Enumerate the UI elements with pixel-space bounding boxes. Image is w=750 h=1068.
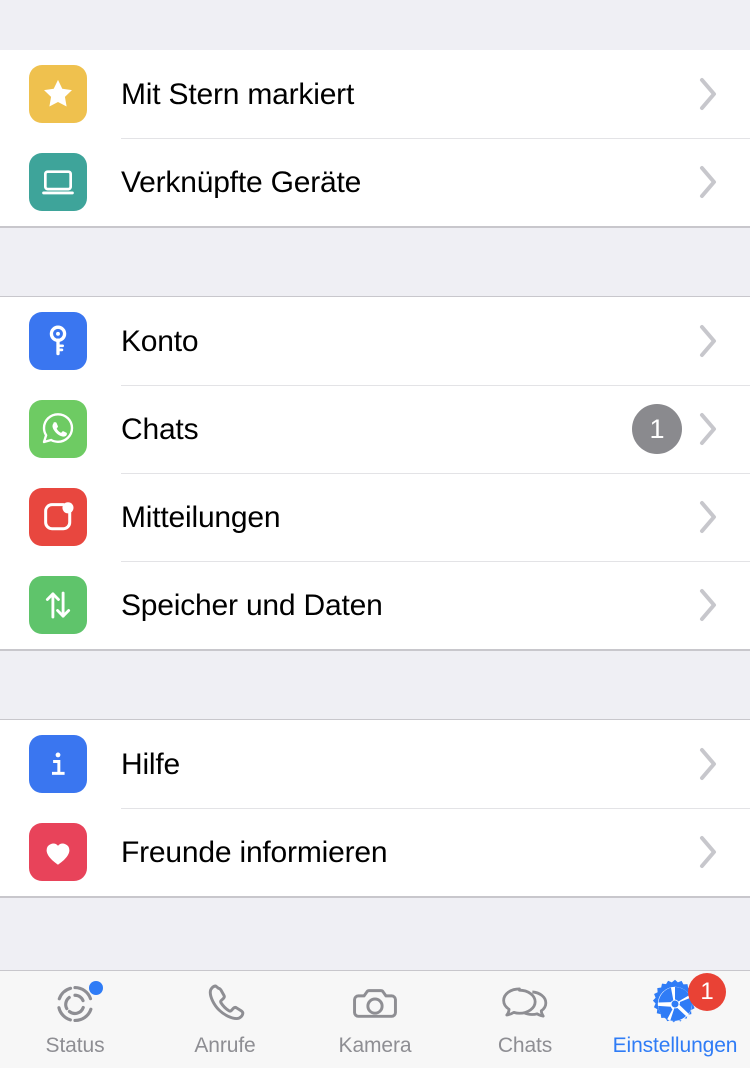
chevron-right-icon — [696, 409, 722, 449]
settings-row-verknuepfte-geraete[interactable]: Verknüpfte Geräte — [0, 138, 750, 226]
settings-row-label: Konto — [121, 324, 199, 358]
chevron-right-icon — [696, 585, 722, 625]
phone-icon — [199, 979, 251, 1029]
section-spacer-1 — [0, 227, 750, 297]
tab-status[interactable]: Status — [0, 979, 150, 1058]
settings-row-label: Hilfe — [121, 747, 181, 781]
settings-badge: 1 — [688, 973, 726, 1011]
tab-label: Kamera — [338, 1034, 412, 1057]
settings-row-label: Verknüpfte Geräte — [121, 165, 362, 199]
tab-kamera[interactable]: Kamera — [300, 979, 450, 1058]
info-icon — [29, 735, 87, 793]
tab-label: Anrufe — [194, 1034, 256, 1057]
settings-row-freunde-informieren[interactable]: Freunde informieren — [0, 808, 750, 896]
section-account: Konto Chats 1 Mitteilungen Speicher und … — [0, 297, 750, 650]
chat-bubbles-icon — [497, 979, 553, 1029]
tab-anrufe[interactable]: Anrufe — [150, 979, 300, 1058]
section-support: Hilfe Freunde informieren — [0, 720, 750, 897]
status-unread-dot — [89, 981, 103, 995]
tab-label: Status — [45, 1034, 105, 1057]
whatsapp-bubble-icon — [29, 400, 87, 458]
notification-icon — [29, 488, 87, 546]
settings-list[interactable]: Mit Stern markiert Verknüpfte Geräte Kon… — [0, 0, 750, 970]
chats-unread-badge: 1 — [632, 404, 682, 454]
arrows-up-down-icon — [29, 576, 87, 634]
chevron-right-icon — [696, 497, 722, 537]
top-spacer — [0, 0, 750, 50]
bottom-spacer — [0, 897, 750, 970]
camera-icon — [349, 979, 401, 1029]
settings-row-hilfe[interactable]: Hilfe — [0, 720, 750, 808]
tab-bar: Status Anrufe Kamera Chats 1 Einstellung… — [0, 970, 750, 1068]
tab-label: Einstellungen — [612, 1034, 738, 1057]
heart-icon — [29, 823, 87, 881]
chevron-right-icon — [696, 744, 722, 784]
settings-row-speicher-und-daten[interactable]: Speicher und Daten — [0, 561, 750, 649]
chevron-right-icon — [696, 321, 722, 361]
settings-row-mitteilungen[interactable]: Mitteilungen — [0, 473, 750, 561]
settings-row-label: Freunde informieren — [121, 835, 388, 869]
settings-row-label: Mitteilungen — [121, 500, 281, 534]
chevron-right-icon — [696, 162, 722, 202]
key-icon — [29, 312, 87, 370]
laptop-icon — [29, 153, 87, 211]
section-favorites: Mit Stern markiert Verknüpfte Geräte — [0, 50, 750, 227]
settings-row-label: Speicher und Daten — [121, 588, 383, 622]
star-icon — [29, 65, 87, 123]
settings-row-label: Chats — [121, 412, 199, 446]
settings-row-konto[interactable]: Konto — [0, 297, 750, 385]
tab-chats[interactable]: Chats — [450, 979, 600, 1058]
section-spacer-2 — [0, 650, 750, 720]
status-rings-icon — [47, 979, 103, 1029]
tab-einstellungen[interactable]: 1 Einstellungen — [600, 973, 750, 1058]
gear-icon: 1 — [648, 973, 726, 1029]
chevron-right-icon — [696, 832, 722, 872]
settings-row-label: Mit Stern markiert — [121, 77, 355, 111]
settings-row-mit-stern-markiert[interactable]: Mit Stern markiert — [0, 50, 750, 138]
settings-screen: Mit Stern markiert Verknüpfte Geräte Kon… — [0, 0, 750, 1068]
chevron-right-icon — [696, 74, 722, 114]
tab-label: Chats — [497, 1034, 553, 1057]
settings-row-chats[interactable]: Chats 1 — [0, 385, 750, 473]
